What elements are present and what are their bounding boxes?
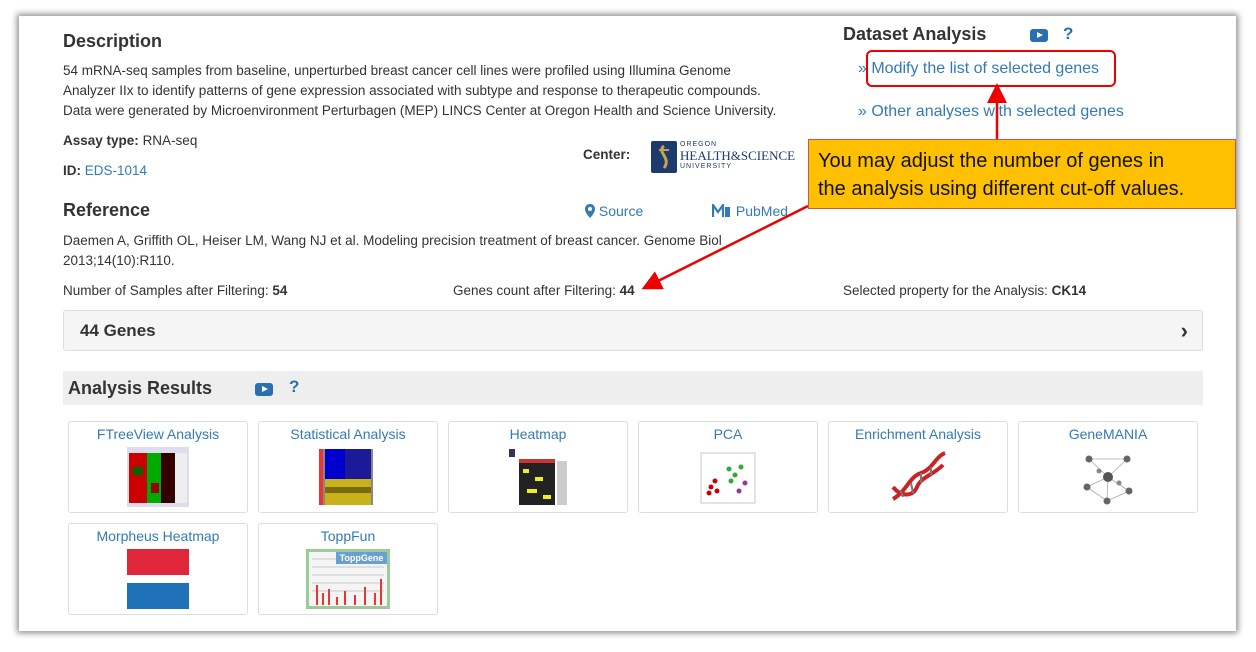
annotation-arrows (641, 83, 1007, 290)
arrow-to-genes-count (641, 204, 809, 290)
annotation-callout: You may adjust the number of genes in th… (808, 139, 1236, 209)
